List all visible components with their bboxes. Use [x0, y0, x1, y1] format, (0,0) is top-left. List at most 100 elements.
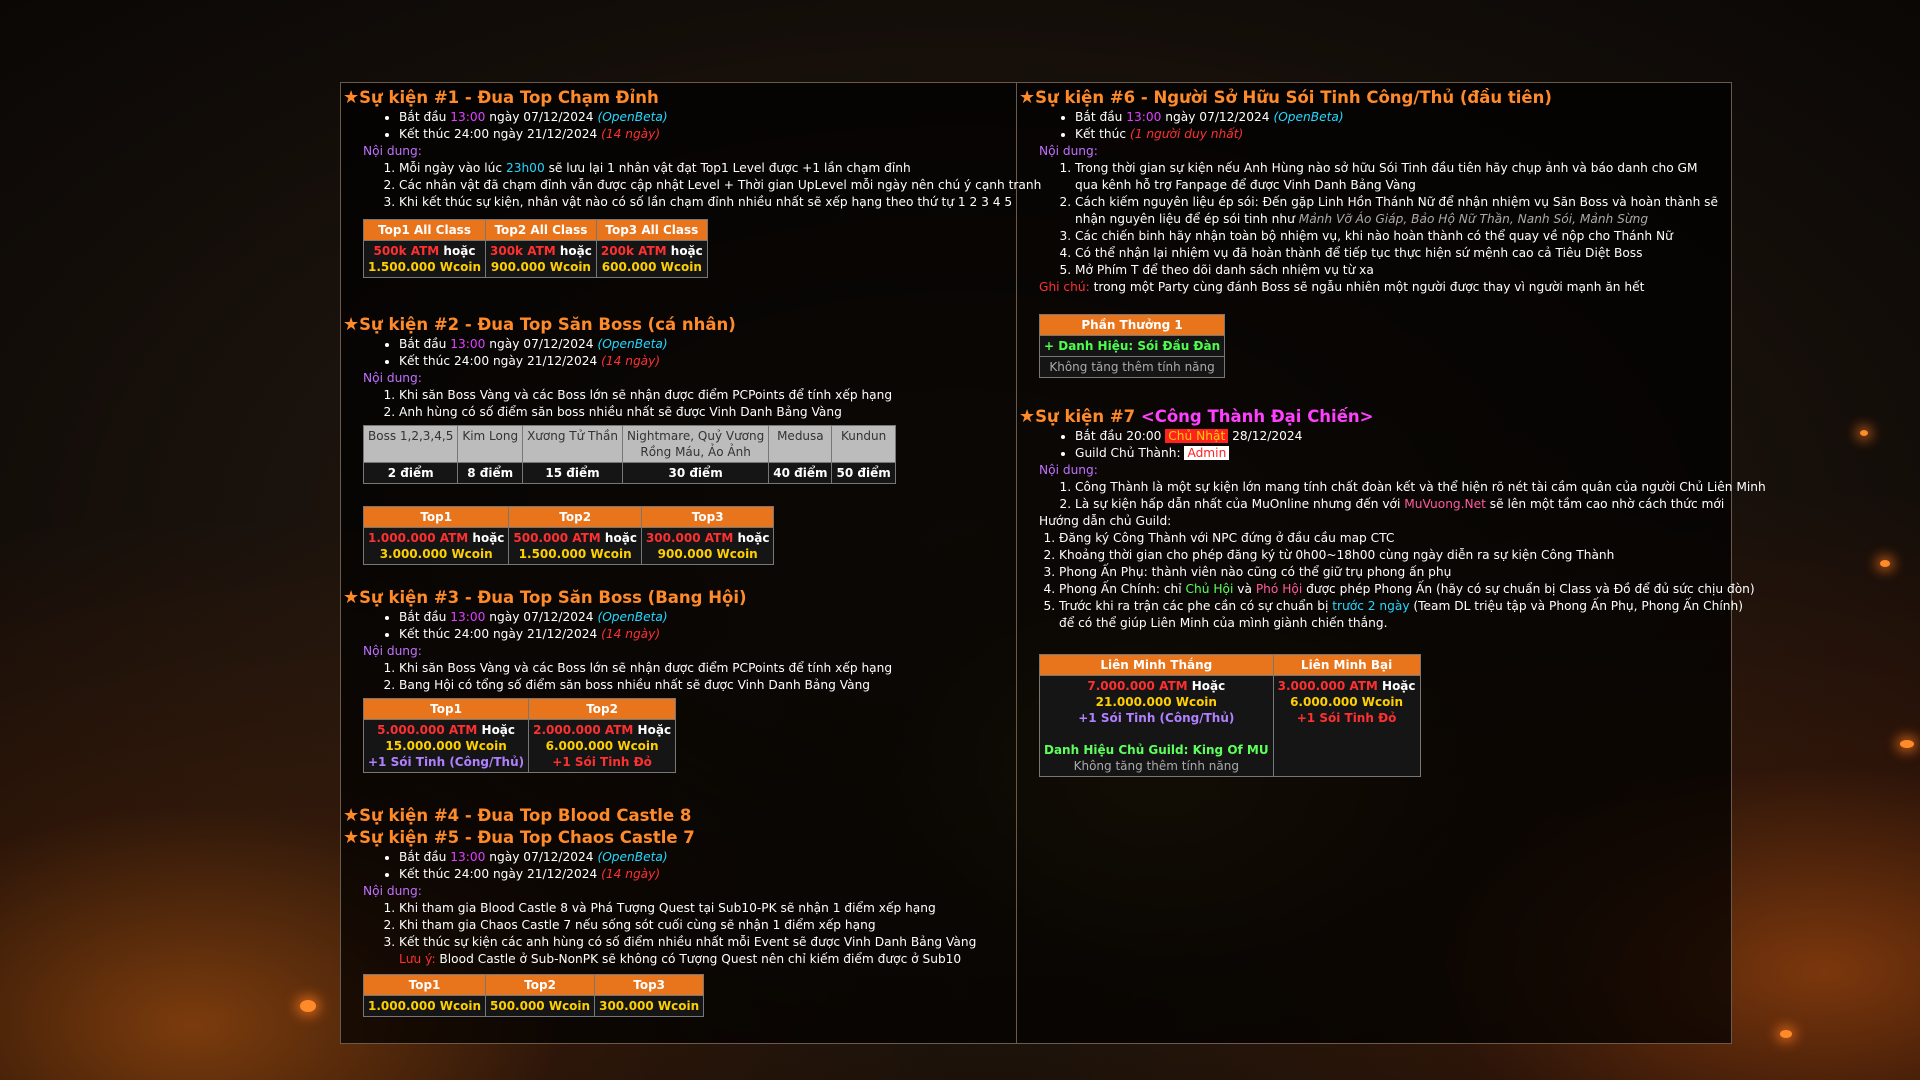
end-text: Kết thúc 24:00 ngày 21/12/2024 [399, 127, 602, 141]
or-text: Hoặc [633, 723, 672, 737]
start-day: Chủ Nhật [1165, 429, 1229, 443]
item-text: được phép Phong Ấn (hãy có sự chuẩn bị C… [1302, 582, 1755, 596]
star-icon: ★ [343, 827, 360, 848]
item-highlight: trước 2 ngày [1332, 599, 1410, 613]
content-label: Nội dung: [363, 644, 422, 658]
event-title: ★Sự kiện #3 - Đua Top Săn Boss (Bang Hội… [343, 587, 1016, 609]
table-cell: 300.000 ATM hoặc 900.000 Wcoin [640, 527, 775, 565]
table-header: Top2 All Class [485, 219, 597, 241]
item-text: Mỗi ngày vào lúc [399, 161, 506, 175]
start-tag: (OpenBeta) [1273, 110, 1344, 124]
table-header: Phần Thưởng 1 [1038, 314, 1226, 336]
content-item: Có thể nhận lại nhiệm vụ đã hoàn thành đ… [1075, 245, 1766, 262]
wcoin-value: 1.500.000 Wcoin [518, 547, 632, 561]
table-cell: Không tăng thêm tính năng [1038, 356, 1226, 378]
start-tag: (OpenBeta) [597, 610, 668, 624]
star-icon: ★ [343, 87, 360, 108]
start-prefix: Bắt đầu [399, 110, 451, 124]
table-header: Kim Long [457, 425, 524, 463]
guild-name: Admin [1184, 446, 1230, 460]
guild-label: Guild Chủ Thành: [1075, 446, 1185, 460]
start-date: ngày 07/12/2024 [485, 337, 598, 351]
guide-item: Trước khi ra trận các phe cần có sự chuẩ… [1059, 598, 1766, 632]
or-text: Hoặc [1377, 679, 1416, 693]
content-item: Kết thúc sự kiện các anh hùng có số điểm… [399, 934, 1016, 951]
event-title: ★Sự kiện #2 - Đua Top Săn Boss (cá nhân) [343, 314, 1016, 336]
start-prefix: Bắt đầu [399, 610, 451, 624]
content-item: Công Thành là một sự kiện lớn mang tính … [1075, 479, 1766, 496]
atm-value: 1.000.000 ATM [368, 531, 469, 545]
end-tag: (14 ngày) [601, 627, 661, 641]
table-header: Top1 [362, 506, 510, 528]
table-header: Nightmare, Quỷ Vương Rồng Máu, Ảo Ảnh [621, 425, 770, 463]
end-text: Kết thúc 24:00 ngày 21/12/2024 [399, 627, 602, 641]
reward-note: Không tăng thêm tính năng [1073, 759, 1239, 773]
guide-label: Hướng dẫn chủ Guild: [1039, 514, 1172, 528]
start-tag: (OpenBeta) [597, 110, 668, 124]
star-icon: ★ [1019, 406, 1036, 427]
table-cell: 500.000 Wcoin [484, 995, 596, 1017]
note-line: Lưu ý: Blood Castle ở Sub-NonPK sẽ không… [343, 951, 1016, 968]
table-cell: 500.000 ATM hoặc 1.500.000 Wcoin [508, 527, 642, 565]
start-tag: (OpenBeta) [597, 337, 668, 351]
wcoin-value: 6.000.000 Wcoin [1290, 695, 1404, 709]
content-item: Trong thời gian sự kiện nếu Anh Hùng nào… [1075, 160, 1766, 194]
event-7: ★Sự kiện #7 <Công Thành Đại Chiến> Bắt đ… [1019, 406, 1766, 777]
right-column: ★Sự kiện #6 - Người Sở Hữu Sói Tinh Công… [1017, 83, 1766, 1043]
wcoin-value: 600.000 Wcoin [601, 260, 702, 274]
site-link[interactable]: MuVuong.Net [1404, 497, 1486, 511]
start-prefix: Bắt đầu [399, 850, 451, 864]
ember-decoration [1780, 1030, 1792, 1038]
star-icon: ★ [343, 587, 360, 608]
guide-item: Khoảng thời gian cho phép đăng ký từ 0h0… [1059, 547, 1766, 564]
end-line: Kết thúc 24:00 ngày 21/12/2024 (14 ngày) [399, 126, 1016, 143]
event-2: ★Sự kiện #2 - Đua Top Săn Boss (cá nhân)… [343, 314, 1016, 565]
content-label: Nội dung: [1039, 463, 1098, 477]
content-item: Khi tham gia Chaos Castle 7 nếu sống sót… [399, 917, 1016, 934]
start-line: Bắt đầu 13:00 ngày 07/12/2024 (OpenBeta) [399, 609, 1016, 626]
item-text: Trước khi ra trận các phe cần có sự chuẩ… [1059, 599, 1333, 613]
start-time: 13:00 [450, 110, 486, 124]
atm-value: 500k ATM [373, 244, 440, 258]
event-title: ★Sự kiện #4 - Đua Top Blood Castle 8 [343, 805, 1016, 827]
table-cell: 2 điểm [362, 462, 459, 484]
content-label: Nội dung: [363, 144, 422, 158]
ember-decoration [1880, 560, 1890, 567]
ember-decoration [1900, 740, 1914, 748]
start-date: 28/12/2024 [1228, 429, 1303, 443]
start-time: 13:00 [450, 610, 486, 624]
content-item: Là sự kiện hấp dẫn nhất của MuOnline như… [1075, 496, 1766, 513]
end-line: Kết thúc (1 người duy nhất) [1075, 126, 1766, 143]
reward-table: Liên Minh Thắng Liên Minh Bại 7.000.000 … [1039, 654, 1421, 777]
title-reward: Danh Hiệu Chủ Guild: King Of MU [1044, 743, 1269, 757]
or-text: Hoặc [1187, 679, 1226, 693]
content-item: Anh hùng có số điểm săn boss nhiều nhất … [399, 404, 1016, 421]
content-item: Khi kết thúc sự kiện, nhân vật nào có số… [399, 194, 1016, 211]
event-title-text: Sự kiện #7 [1035, 407, 1141, 426]
event-title-text: Sự kiện #1 - Đua Top Chạm Đỉnh [359, 88, 659, 107]
table-header: Top3 All Class [595, 219, 708, 241]
atm-value: 300k ATM [490, 244, 556, 258]
guide-item: Phong Ấn Phụ: thành viên nào cũng có thể… [1059, 564, 1766, 581]
guide-item: Đăng ký Công Thành với NPC đứng ở đầu cầ… [1059, 530, 1766, 547]
start-line: Bắt đầu 13:00 ngày 07/12/2024 (OpenBeta) [399, 109, 1016, 126]
atm-value: 3.000.000 ATM [1277, 679, 1378, 693]
wcoin-value: 21.000.000 Wcoin [1095, 695, 1217, 709]
start-time: 13:00 [450, 850, 486, 864]
item-text: Trong thời gian sự kiện nếu Anh Hùng nào… [1075, 161, 1698, 175]
event-4: ★Sự kiện #4 - Đua Top Blood Castle 8 [343, 805, 1016, 827]
start-date: ngày 07/12/2024 [485, 610, 598, 624]
start-line: Bắt đầu 20:00 Chủ Nhật 28/12/2024 [1075, 428, 1766, 445]
content-item: Khi săn Boss Vàng và các Boss lớn sẽ nhậ… [399, 387, 1016, 404]
header-line: Nightmare, Quỷ Vương [626, 429, 765, 443]
item-text: sẽ lên một tầm cao nhờ cách thức mới [1485, 497, 1725, 511]
item-text: sẽ lưu lại 1 nhân vật đạt Top1 Level đượ… [544, 161, 911, 175]
note-label: Ghi chú: [1039, 280, 1094, 294]
event-title-text: Sự kiện #4 - Đua Top Blood Castle 8 [359, 806, 692, 825]
extra-reward: +1 Sói Tinh (Công/Thủ) [368, 755, 525, 769]
table-cell: 300k ATM hoặc 900.000 Wcoin [485, 240, 597, 278]
note-text: Blood Castle ở Sub-NonPK sẽ không có Tượ… [439, 952, 962, 966]
table-cell: + Danh Hiệu: Sói Đầu Đàn [1038, 335, 1226, 357]
note-label: Lưu ý: [399, 952, 440, 966]
item-text: Phong Ấn Chính: chỉ [1059, 582, 1186, 596]
